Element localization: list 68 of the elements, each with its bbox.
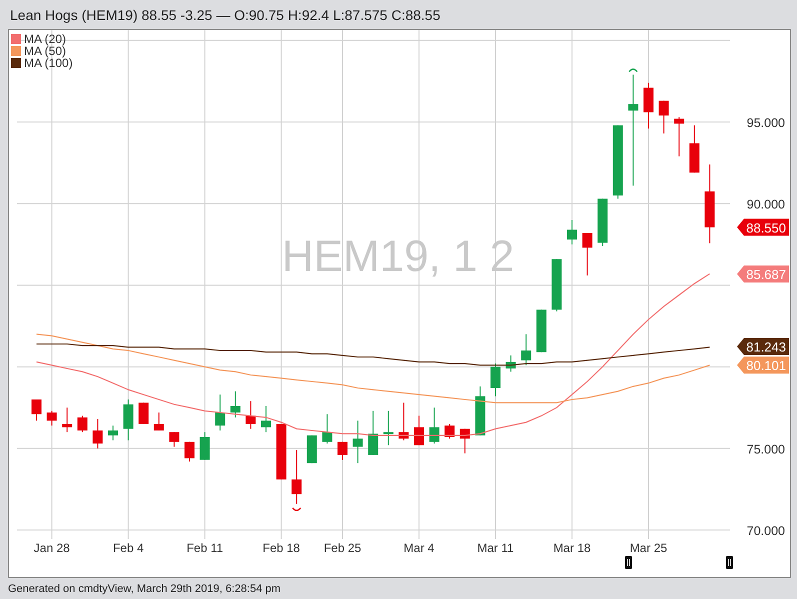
axis-label: Mar 25	[630, 541, 668, 555]
candlestick	[352, 420, 363, 464]
candlestick	[154, 412, 164, 431]
candlestick	[521, 334, 532, 366]
candlestick	[108, 425, 118, 441]
candlestick	[138, 402, 149, 424]
candlestick	[536, 309, 546, 353]
candlestick	[429, 407, 440, 444]
candlestick	[658, 100, 669, 134]
axis-label: Feb 25	[324, 541, 362, 555]
axis-label: 75.000	[746, 442, 785, 456]
candlestick	[552, 258, 562, 312]
candlestick	[32, 398, 42, 422]
candlestick	[62, 407, 72, 433]
legend-label: MA (20)	[24, 33, 66, 45]
scroll-handle[interactable]	[726, 556, 733, 569]
candlestick	[123, 398, 134, 441]
price-tag: 85.687	[737, 266, 789, 282]
candlestick	[77, 415, 88, 433]
high-marker-icon	[628, 68, 638, 72]
axis-label: 90.000	[746, 198, 785, 212]
candlestick	[169, 432, 180, 448]
low-marker-icon	[292, 507, 302, 511]
candlestick	[46, 410, 57, 426]
candlestick	[322, 414, 332, 444]
chart-title: Lean Hogs (HEM19) 88.55 -3.25 — O:90.75 H:92.4 L:87.575 C:88.55	[9, 6, 442, 25]
candlestick	[383, 410, 394, 446]
candlestick	[475, 386, 486, 436]
candlestick	[460, 428, 470, 454]
footer-text: Generated on cmdtyView, March 29th 2019, 6:28:54 pm	[7, 582, 282, 596]
legend-label: MA (50)	[24, 45, 66, 57]
candlestick	[215, 394, 226, 431]
axis-label: Jan 28	[34, 541, 70, 555]
axis-label: 95.000	[746, 116, 785, 130]
axis-label: Mar 11	[477, 541, 514, 555]
axis-label: 70.000	[746, 524, 785, 538]
price-tag: 88.550	[737, 218, 789, 236]
candlestick	[398, 402, 409, 441]
candlestick	[338, 441, 348, 460]
candlestick	[184, 441, 194, 462]
candlestick	[582, 232, 592, 276]
axis-label: Mar 18	[553, 541, 591, 555]
axis-label: Mar 4	[404, 541, 434, 555]
candlestick	[490, 363, 500, 397]
candlestick	[368, 410, 378, 456]
candlestick	[598, 198, 608, 247]
candlestick	[689, 124, 700, 174]
price-tag: 81.243	[737, 338, 789, 356]
candlestick	[230, 390, 240, 418]
candlestick	[414, 415, 424, 446]
axis-label: Feb 4	[112, 541, 144, 555]
axis-label: Feb 18	[262, 541, 300, 555]
candlestick	[506, 354, 516, 372]
axis-label: Feb 11	[186, 541, 224, 555]
candlestick	[292, 450, 302, 504]
candlestick	[306, 434, 317, 464]
price-tag: 80.101	[737, 356, 789, 374]
candlestick	[567, 219, 577, 245]
candlestick	[444, 423, 455, 440]
candlestick	[276, 423, 286, 480]
scroll-handle[interactable]	[625, 556, 632, 569]
candlestick	[246, 400, 256, 430]
candlestick	[92, 418, 103, 449]
legend-label: MA (100)	[24, 57, 73, 69]
candlestick	[200, 432, 210, 460]
candlestick	[261, 406, 271, 433]
candlestick	[674, 116, 684, 157]
candlestick	[644, 82, 654, 130]
